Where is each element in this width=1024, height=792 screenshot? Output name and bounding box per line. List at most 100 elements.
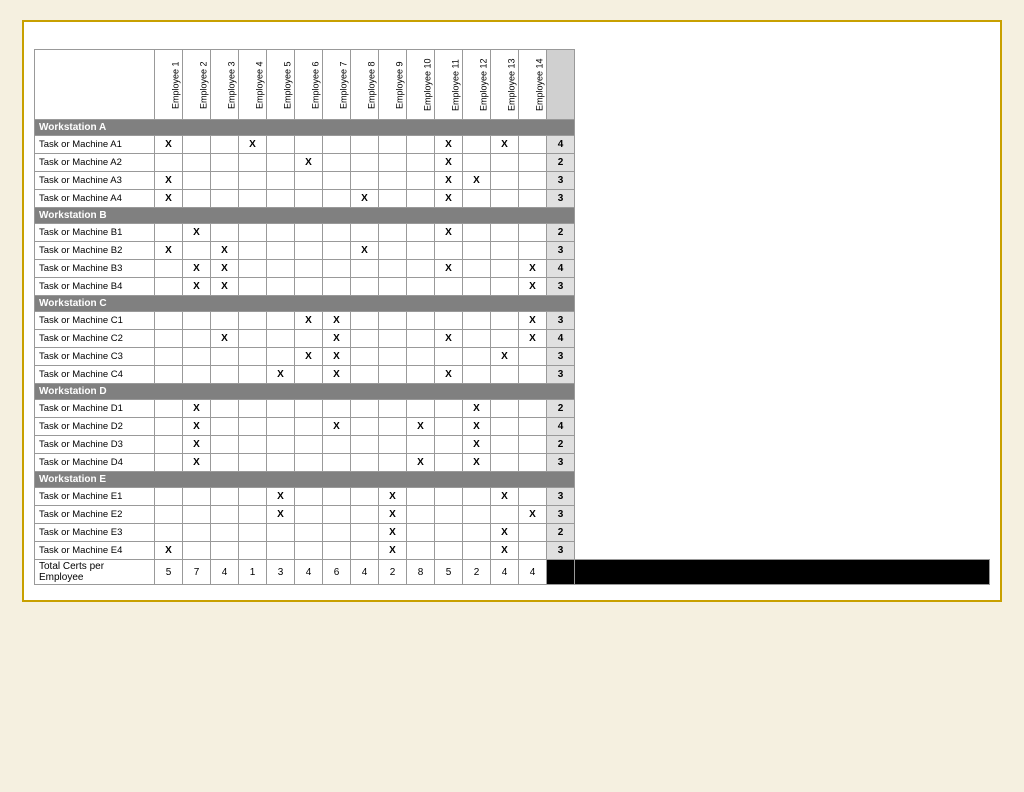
mark-cell-1-3-12 <box>491 278 519 296</box>
mark-cell-2-0-1 <box>183 312 211 330</box>
total-value-1: 7 <box>183 560 211 585</box>
mark-cell-0-1-9 <box>407 154 435 172</box>
mark-cell-1-3-4 <box>267 278 295 296</box>
task-name-cell: Task or Machine A3 <box>35 172 155 190</box>
count-cell: 2 <box>547 154 575 172</box>
mark-cell-2-3-8 <box>379 366 407 384</box>
mark-cell-0-2-6 <box>323 172 351 190</box>
mark-cell-1-2-6 <box>323 260 351 278</box>
mark-cell-3-1-13 <box>519 418 547 436</box>
mark-cell-1-2-0 <box>155 260 183 278</box>
task-name-cell: Task or Machine C3 <box>35 348 155 366</box>
mark-cell-1-1-5 <box>295 242 323 260</box>
mark-cell-0-3-10: X <box>435 190 463 208</box>
mark-cell-2-2-2 <box>211 348 239 366</box>
mark-cell-3-0-1: X <box>183 400 211 418</box>
total-label: Total Certs per Employee <box>35 560 155 585</box>
mark-cell-1-0-6 <box>323 224 351 242</box>
mark-cell-2-0-0 <box>155 312 183 330</box>
mark-cell-0-1-12 <box>491 154 519 172</box>
mark-cell-3-3-3 <box>239 454 267 472</box>
mark-cell-3-2-10 <box>435 436 463 454</box>
mark-cell-4-0-0 <box>155 488 183 506</box>
task-name-cell: Task or Machine B4 <box>35 278 155 296</box>
count-cell: 3 <box>547 278 575 296</box>
count-cell: 2 <box>547 524 575 542</box>
task-name-cell: Task or Machine A2 <box>35 154 155 172</box>
mark-cell-3-3-2 <box>211 454 239 472</box>
mark-cell-2-0-9 <box>407 312 435 330</box>
task-name-cell: Task or Machine D4 <box>35 454 155 472</box>
mark-cell-1-3-7 <box>351 278 379 296</box>
mark-cell-0-0-9 <box>407 136 435 154</box>
task-row-1-3: Task or Machine B4XXX3 <box>35 278 990 296</box>
total-value-4: 3 <box>267 560 295 585</box>
mark-cell-2-3-3 <box>239 366 267 384</box>
mark-cell-2-3-5 <box>295 366 323 384</box>
count-cell: 2 <box>547 436 575 454</box>
mark-cell-2-1-3 <box>239 330 267 348</box>
mark-cell-3-3-4 <box>267 454 295 472</box>
employee-header-12: Employee 12 <box>463 50 491 120</box>
task-name-cell: Task or Machine C4 <box>35 366 155 384</box>
training-matrix-table: Employee 1Employee 2Employee 3Employee 4… <box>34 49 990 585</box>
total-value-6: 6 <box>323 560 351 585</box>
mark-cell-0-0-12: X <box>491 136 519 154</box>
task-name-cell: Task or Machine D2 <box>35 418 155 436</box>
employee-header-14: Employee 14 <box>519 50 547 120</box>
mark-cell-2-3-7 <box>351 366 379 384</box>
mark-cell-4-2-11 <box>463 524 491 542</box>
mark-cell-4-1-1 <box>183 506 211 524</box>
employee-header-6: Employee 6 <box>295 50 323 120</box>
mark-cell-1-3-0 <box>155 278 183 296</box>
mark-cell-3-2-8 <box>379 436 407 454</box>
mark-cell-1-3-13: X <box>519 278 547 296</box>
mark-cell-3-2-5 <box>295 436 323 454</box>
mark-cell-4-3-5 <box>295 542 323 560</box>
mark-cell-4-2-0 <box>155 524 183 542</box>
mark-cell-3-0-2 <box>211 400 239 418</box>
mark-cell-1-1-1 <box>183 242 211 260</box>
mark-cell-3-1-1: X <box>183 418 211 436</box>
mark-cell-2-3-12 <box>491 366 519 384</box>
mark-cell-3-3-9: X <box>407 454 435 472</box>
task-row-4-1: Task or Machine E2XXX3 <box>35 506 990 524</box>
mark-cell-2-2-13 <box>519 348 547 366</box>
mark-cell-2-2-3 <box>239 348 267 366</box>
mark-cell-4-0-11 <box>463 488 491 506</box>
task-row-2-0: Task or Machine C1XXX3 <box>35 312 990 330</box>
mark-cell-1-1-10 <box>435 242 463 260</box>
mark-cell-0-3-12 <box>491 190 519 208</box>
mark-cell-3-0-11: X <box>463 400 491 418</box>
mark-cell-2-3-4: X <box>267 366 295 384</box>
employee-header-1: Employee 1 <box>155 50 183 120</box>
mark-cell-4-0-4: X <box>267 488 295 506</box>
task-row-3-1: Task or Machine D2XXXX4 <box>35 418 990 436</box>
mark-cell-1-2-12 <box>491 260 519 278</box>
mark-cell-1-2-13: X <box>519 260 547 278</box>
task-row-2-3: Task or Machine C4XXX3 <box>35 366 990 384</box>
mark-cell-3-3-1: X <box>183 454 211 472</box>
mark-cell-4-1-11 <box>463 506 491 524</box>
mark-cell-1-2-3 <box>239 260 267 278</box>
count-cell: 3 <box>547 542 575 560</box>
mark-cell-2-3-13 <box>519 366 547 384</box>
mark-cell-4-1-10 <box>435 506 463 524</box>
mark-cell-0-2-12 <box>491 172 519 190</box>
mark-cell-3-0-13 <box>519 400 547 418</box>
mark-cell-1-2-7 <box>351 260 379 278</box>
mark-cell-2-1-9 <box>407 330 435 348</box>
mark-cell-0-2-7 <box>351 172 379 190</box>
task-name-cell: Task or Machine A4 <box>35 190 155 208</box>
mark-cell-4-1-3 <box>239 506 267 524</box>
mark-cell-4-0-8: X <box>379 488 407 506</box>
mark-cell-2-1-2: X <box>211 330 239 348</box>
mark-cell-1-1-7: X <box>351 242 379 260</box>
mark-cell-0-0-7 <box>351 136 379 154</box>
mark-cell-4-1-8: X <box>379 506 407 524</box>
mark-cell-2-1-10: X <box>435 330 463 348</box>
header-row: Employee 1Employee 2Employee 3Employee 4… <box>35 50 990 120</box>
mark-cell-0-1-3 <box>239 154 267 172</box>
mark-cell-3-1-7 <box>351 418 379 436</box>
mark-cell-0-3-9 <box>407 190 435 208</box>
